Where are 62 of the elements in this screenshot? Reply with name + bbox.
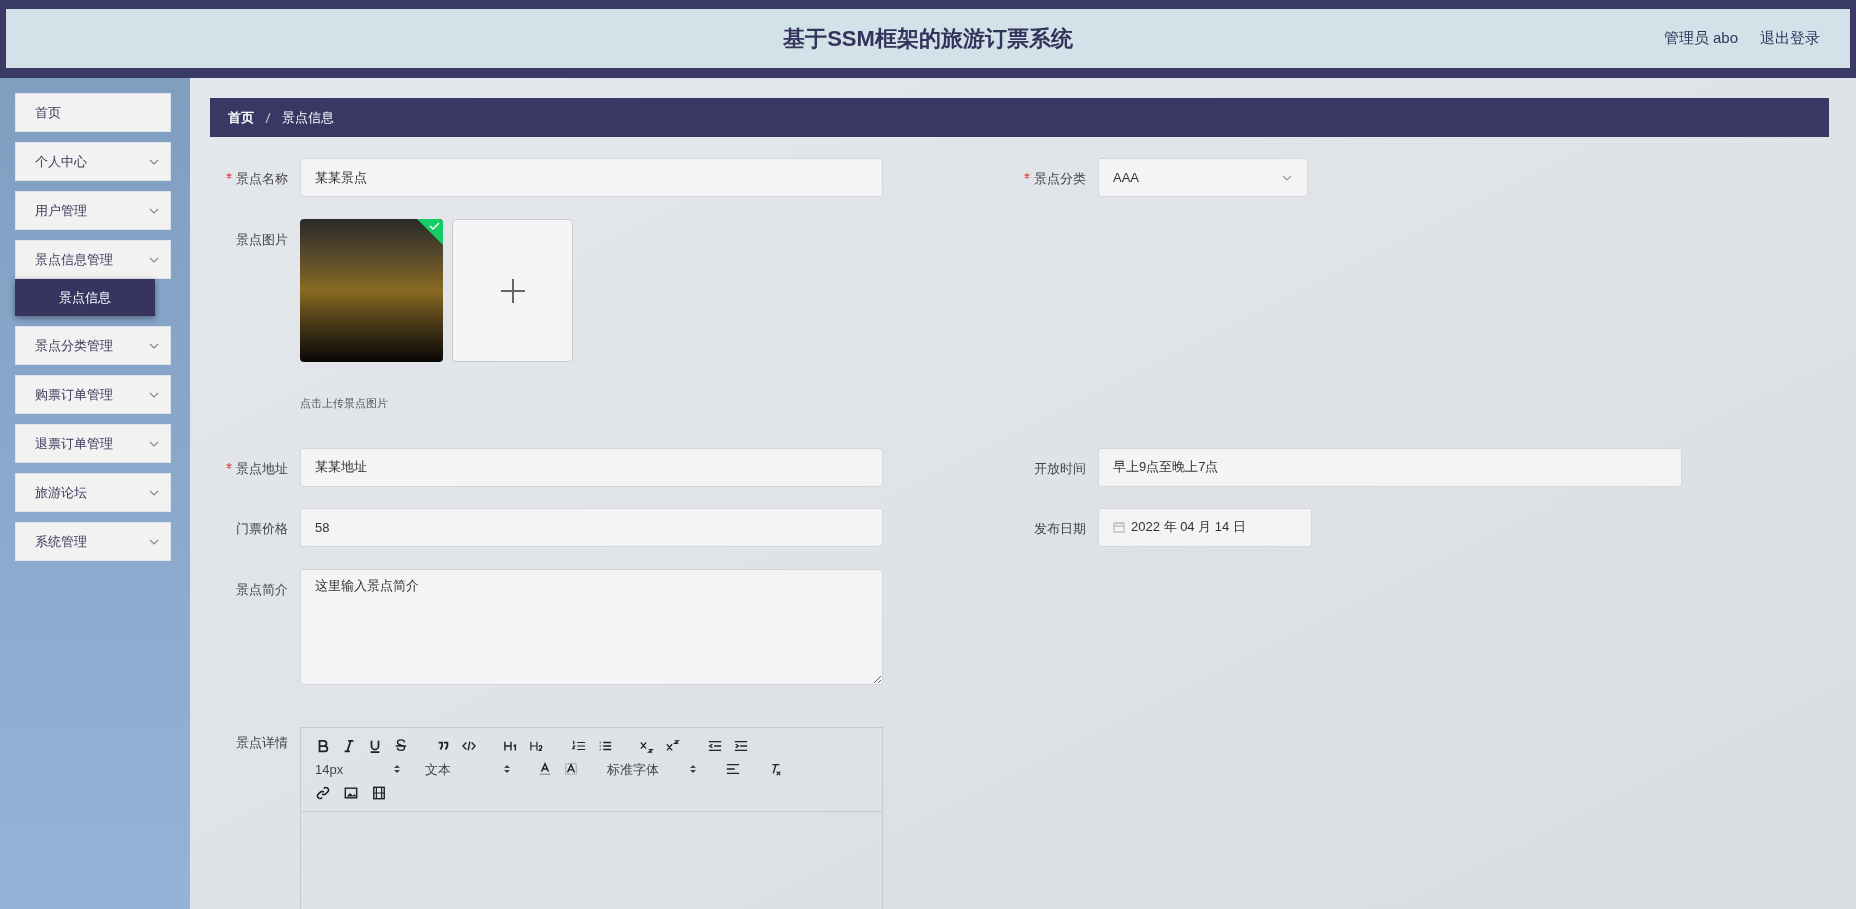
text-input[interactable]: 某某地址 xyxy=(300,447,883,487)
app-title: 基于SSM框架的旅游订票系统 xyxy=(783,25,1073,53)
highlight-button[interactable] xyxy=(563,761,579,778)
text-color-icon xyxy=(538,762,552,777)
field-label: 景点地址 xyxy=(236,459,288,478)
superscript-button[interactable] xyxy=(665,737,681,754)
sidebar-item[interactable]: 退票订单管理 xyxy=(15,424,171,463)
link-icon xyxy=(316,786,330,800)
link-button[interactable] xyxy=(315,785,331,801)
sort-arrows-icon xyxy=(503,763,511,776)
field-label: 景点简介 xyxy=(236,580,288,599)
field-label: 景点分类 xyxy=(1034,170,1086,188)
field-label: 景点详情 xyxy=(236,733,288,752)
sidebar-item[interactable]: 个人中心 xyxy=(15,142,171,181)
picker-dropdown[interactable]: 标准字体 xyxy=(607,759,697,779)
field-label: 开放时间 xyxy=(1034,459,1086,478)
sidebar-item[interactable]: 景点信息管理 xyxy=(15,240,171,279)
sidebar-subitem[interactable]: 景点信息 xyxy=(15,279,155,316)
sort-arrows-icon xyxy=(393,763,401,776)
image-icon xyxy=(344,786,358,800)
intro-textarea[interactable]: 这里输入景点简介 xyxy=(300,568,883,685)
strikethrough-button[interactable] xyxy=(393,737,409,754)
date-picker[interactable]: 2022 年 04 月 14 日 xyxy=(1098,507,1312,547)
calendar-icon xyxy=(1113,521,1125,533)
logout-link[interactable]: 退出登录 xyxy=(1760,27,1820,50)
picker-dropdown[interactable]: 文本 xyxy=(425,759,511,779)
image-button[interactable] xyxy=(343,785,359,801)
underline-icon xyxy=(368,738,382,753)
breadcrumb-item: 景点信息 xyxy=(282,108,334,127)
indent-icon xyxy=(734,738,748,753)
text-input[interactable]: 早上9点至晚上7点 xyxy=(1098,447,1682,487)
numbered-list-icon xyxy=(572,738,586,753)
sort-arrows-icon xyxy=(689,763,697,776)
align-icon xyxy=(726,762,740,777)
bold-icon xyxy=(316,738,330,753)
film-icon xyxy=(372,786,386,800)
sidebar-item[interactable]: 系统管理 xyxy=(15,522,171,561)
sidebar-item[interactable]: 购票订单管理 xyxy=(15,375,171,414)
picker-dropdown[interactable]: 14px xyxy=(315,759,401,779)
highlight-icon xyxy=(564,762,578,777)
text-color-button[interactable] xyxy=(537,761,553,778)
strikethrough-icon xyxy=(394,738,408,753)
field-label: 门票价格 xyxy=(236,519,288,538)
sidebar-item[interactable]: 用户管理 xyxy=(15,191,171,230)
text-input[interactable]: 某某景点 xyxy=(300,158,883,197)
plus-icon xyxy=(499,277,526,304)
slash-icon xyxy=(264,111,272,124)
field-label: 景点图片 xyxy=(236,231,288,249)
film-button[interactable] xyxy=(371,785,387,801)
category-select[interactable]: AAA xyxy=(1098,158,1308,197)
sidebar-item[interactable]: 首页 xyxy=(15,93,171,132)
breadcrumb-item[interactable]: 首页 xyxy=(228,107,254,128)
field-label: 发布日期 xyxy=(1034,519,1086,538)
text-input[interactable]: 58 xyxy=(300,507,883,547)
admin-user: 管理员 abo xyxy=(1663,28,1738,49)
sidebar-item[interactable]: 旅游论坛 xyxy=(15,473,171,512)
outdent-icon xyxy=(708,738,722,753)
field-label: 景点名称 xyxy=(236,170,288,188)
sidebar-item[interactable]: 景点分类管理 xyxy=(15,326,171,365)
upload-hint: 点击上传景点图片 xyxy=(300,396,389,411)
superscript-icon xyxy=(666,738,680,753)
italic-icon xyxy=(342,738,356,753)
